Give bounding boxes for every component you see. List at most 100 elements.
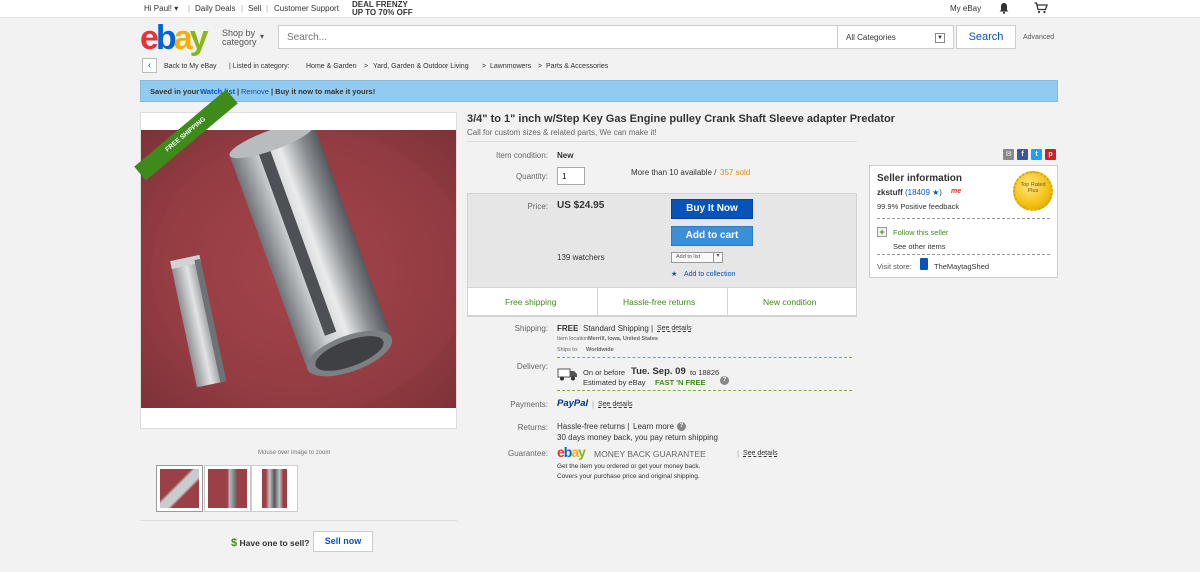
customer-support-link[interactable]: Customer Support [274,4,339,13]
category-select[interactable]: All Categories ▼ [838,25,954,49]
shipping-see-details-link[interactable]: See details [657,325,692,332]
quantity-input[interactable] [557,167,585,185]
top-rated-plus-badge: Top Rated Plus [1013,171,1053,211]
deal-frenzy-line2[interactable]: UP TO 70% OFF [352,9,413,17]
delivery-zip: to 18826 [690,368,720,377]
back-to-my-ebay-link[interactable]: Back to My eBay [164,63,217,70]
item-location-value: Merrill, Iowa, United States [588,336,658,342]
help-icon[interactable]: ? [720,376,729,385]
returns-value: Hassle-free returns | [557,422,630,431]
thumbnail-3[interactable] [251,465,298,512]
search-button[interactable]: Search [956,25,1016,49]
buy-it-now-button[interactable]: Buy It Now [671,199,753,219]
my-ebay-link[interactable]: My eBay [950,4,981,13]
delivery-label: Delivery: [516,362,548,371]
item-subtitle: Call for custom sizes & related parts, W… [467,128,657,137]
me-badge[interactable]: me [951,188,961,195]
returns-policy: 30 days money back, you pay return shipp… [557,433,718,442]
thumbnail-1[interactable] [156,465,203,512]
dashed-divider [877,254,1050,255]
perks-bar: Free shipping Hassle-free returns New co… [467,287,857,316]
separator: | [737,449,740,458]
see-other-items-link[interactable]: See other items [893,242,946,251]
banner-separator: | [237,87,240,96]
category-select-value: All Categories [846,33,896,42]
delivery-estimated: Estimated by eBay [583,378,646,387]
listed-in-label: | Listed in category: [229,63,290,70]
seller-name-link[interactable]: zkstuff [877,188,903,197]
feedback-score-link[interactable]: (18409 ★) [905,188,942,197]
banner-saved-text: Saved in your [150,87,200,96]
separator: | [188,4,191,13]
dropdown-arrow-icon: ▼ [935,33,945,43]
sleeve-and-key-image [151,130,456,408]
perk-new-condition: New condition [763,297,817,307]
sell-now-button[interactable]: Sell now [313,531,373,552]
back-arrow-icon[interactable]: ‹ [142,58,157,73]
divider [140,520,457,521]
learn-more-link[interactable]: Learn more [633,422,674,431]
add-to-cart-button[interactable]: Add to cart [671,226,753,246]
product-photo[interactable] [141,130,456,408]
payments-see-details-link[interactable]: See details [598,401,633,408]
item-title: 3/4" to 1" inch w/Step Key Gas Engine pu… [467,113,895,125]
perk-separator [727,288,728,315]
deal-frenzy-line1[interactable]: DEAL FRENZY [352,1,408,9]
search-box [278,25,838,49]
sell-link[interactable]: Sell [248,4,261,13]
availability-text: More than 10 available / [631,168,717,177]
have-one-to-sell: $ Have one to sell? [231,537,309,549]
breadcrumb-item[interactable]: Yard, Garden & Outdoor Living [373,63,469,70]
thumbnail-2[interactable] [204,465,251,512]
breadcrumb-item[interactable]: Parts & Accessories [546,63,608,70]
greeting-menu[interactable]: Hi Paul! ▾ [144,4,178,13]
shop-by-category[interactable]: Shop by category ▾ [222,29,272,47]
divider [467,141,857,142]
banner-buy-text: | Buy it now to make it yours! [271,87,376,96]
ebay-logo[interactable]: ebay [140,20,209,56]
search-input[interactable] [279,26,837,48]
payments-label: Payments: [510,400,548,409]
email-share-icon[interactable]: ✉ [1003,149,1014,160]
daily-deals-link[interactable]: Daily Deals [195,4,235,13]
twitter-icon[interactable]: t [1031,149,1042,160]
pinterest-icon[interactable]: p [1045,149,1056,160]
sold-count-link[interactable]: 357 sold [720,168,750,177]
breadcrumb-item[interactable]: Lawnmowers [490,63,531,70]
store-name-link[interactable]: TheMaytagShed [934,262,989,271]
add-to-collection-link[interactable]: Add to collection [684,271,735,278]
shipping-free: FREE [557,324,579,333]
dashed-divider [877,218,1050,219]
advanced-search-link[interactable]: Advanced [1023,34,1054,41]
fast-n-free-badge: FAST 'N FREE [655,378,706,387]
separator: | [266,4,269,13]
dashed-divider [557,390,852,391]
price-value: US $24.95 [557,200,605,211]
positive-feedback: 99.9% Positive feedback [877,202,960,211]
condition-label: Item condition: [495,151,548,160]
breadcrumb-item[interactable]: Home & Garden [306,63,357,70]
help-icon[interactable]: ? [677,422,686,431]
plus-icon[interactable]: + [877,227,887,237]
remove-link[interactable]: Remove [241,87,269,96]
separator: | [241,4,244,13]
perk-hassle-free-returns: Hassle-free returns [623,297,696,307]
watchers-count: 139 watchers [557,253,605,262]
money-back-guarantee: MONEY BACK GUARANTEE [594,449,706,459]
notification-bell-icon[interactable] [998,2,1010,16]
breadcrumb-separator: > [538,63,543,70]
shop-by-line2: category [222,37,257,47]
breadcrumb-separator: > [482,63,487,70]
guarantee-see-details-link[interactable]: See details [743,450,778,457]
delivery-line1-pre: On or before [583,368,626,377]
guarantee-line2: Covers your purchase price and original … [557,473,700,480]
star-icon: ★ [671,271,678,278]
add-to-list-dropdown[interactable]: Add to list ▾ [671,252,723,263]
seller-info-heading: Seller information [877,173,963,184]
breadcrumb-separator: > [364,63,369,70]
facebook-icon[interactable]: f [1017,149,1028,160]
dashed-divider [557,357,852,358]
add-to-list-label: Add to list [676,254,701,260]
follow-seller-link[interactable]: Follow this seller [893,228,948,237]
cart-icon[interactable] [1034,2,1048,16]
